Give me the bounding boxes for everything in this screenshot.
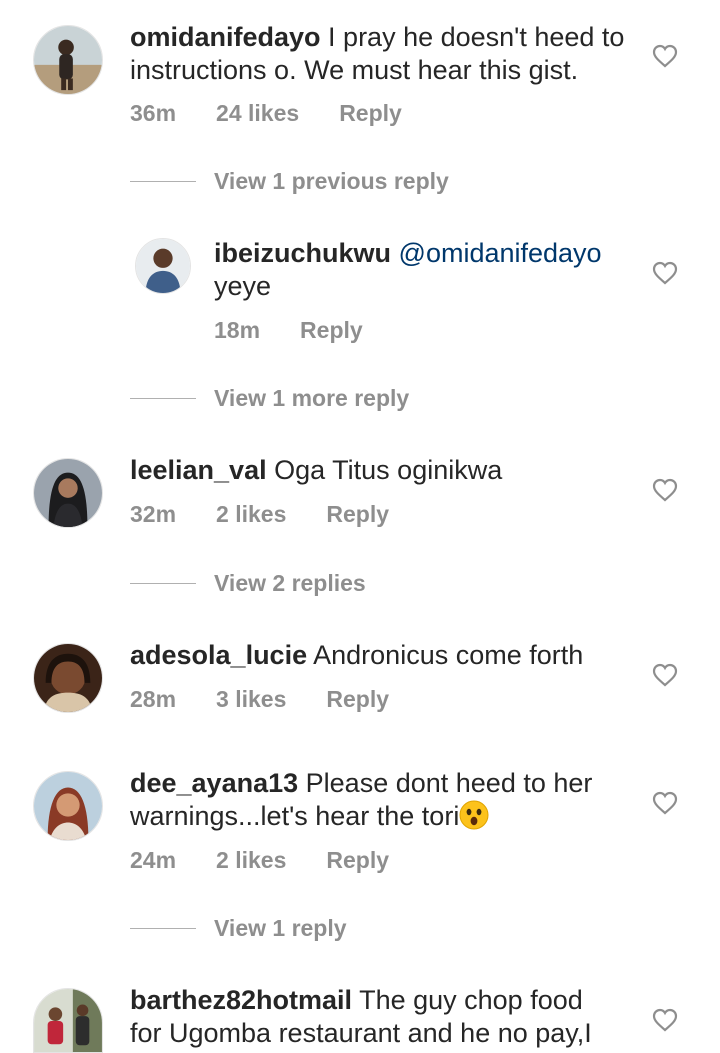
heart-icon[interactable] [652,1008,678,1032]
divider-line [130,583,196,584]
avatar[interactable] [33,771,103,841]
comment-username[interactable]: ibeizuchukwu [214,238,391,268]
heart-icon[interactable] [652,663,678,687]
reply-button[interactable]: Reply [326,847,389,874]
heart-icon[interactable] [652,44,678,68]
comment-likes[interactable]: 2 likes [216,501,286,528]
comment-text: ibeizuchukwu @omidanifedayo yeye [214,237,634,303]
view-replies-row[interactable]: View 1 more reply [130,385,409,412]
comment-body: The guy chop food [359,985,583,1015]
reply-button[interactable]: Reply [339,100,402,127]
comment-body: Oga Titus oginikwa [274,455,503,485]
comment-username[interactable]: omidanifedayo [130,22,321,52]
comment-likes[interactable]: 24 likes [216,100,299,127]
view-replies-link[interactable]: View 2 replies [214,570,366,597]
view-replies-row[interactable]: View 1 previous reply [130,168,449,195]
comment-body: Andronicus come forth [313,640,584,670]
divider-line [130,398,196,399]
avatar[interactable] [33,988,103,1053]
comment-text: omidanifedayo I pray he doesn't heed to … [130,21,640,87]
comment-body: I pray he doesn't heed to [328,22,625,52]
comment-body-cont: warnings...let's hear the tori [130,801,460,831]
heart-icon[interactable] [652,791,678,815]
view-replies-link[interactable]: View 1 more reply [214,385,409,412]
comment-time: 32m [130,501,177,527]
view-replies-row[interactable]: View 2 replies [130,570,366,597]
comment-time: 18m [214,317,261,343]
comment-body-cont: for Ugomba restaurant and he no pay,I [130,1018,592,1048]
reply-button[interactable]: Reply [326,686,389,713]
view-replies-link[interactable]: View 1 previous reply [214,168,449,195]
reply-button[interactable]: Reply [300,317,363,344]
comment-username[interactable]: dee_ayana13 [130,768,298,798]
comment-meta: 32m 2 likes Reply [130,501,389,528]
comment-body: Please dont heed to her [305,768,593,798]
mention-link[interactable]: @omidanifedayo [399,238,602,268]
avatar[interactable] [135,238,191,294]
comment-body: yeye [214,271,272,301]
comment-username[interactable]: leelian_val [130,455,267,485]
heart-icon[interactable] [652,261,678,285]
comment-username[interactable]: adesola_lucie [130,640,307,670]
divider-line [130,181,196,182]
comment-meta: 36m 24 likes Reply [130,100,402,127]
view-replies-link[interactable]: View 1 reply [214,915,347,942]
comment-username[interactable]: barthez82hotmail [130,985,352,1015]
comment-likes[interactable]: 2 likes [216,847,286,874]
comment-body-cont: instructions o. We must hear this gist. [130,55,579,85]
comment-likes[interactable]: 3 likes [216,686,286,713]
comment-time: 24m [130,847,177,873]
avatar[interactable] [33,458,103,528]
comment-text: dee_ayana13 Please dont heed to her warn… [130,767,640,833]
reply-button[interactable]: Reply [326,501,389,528]
avatar[interactable] [33,643,103,713]
comment-meta: 24m 2 likes Reply [130,847,389,874]
view-replies-row[interactable]: View 1 reply [130,915,347,942]
comment-text: barthez82hotmail The guy chop food for U… [130,984,640,1050]
comment-time: 28m [130,686,177,712]
astonished-face-emoji [459,800,489,830]
avatar[interactable] [33,25,103,95]
comment-time: 36m [130,100,177,126]
comment-meta: 18m Reply [214,317,363,344]
comment-text: adesola_lucie Andronicus come forth [130,639,640,672]
divider-line [130,928,196,929]
heart-icon[interactable] [652,478,678,502]
comment-meta: 28m 3 likes Reply [130,686,389,713]
comment-text: leelian_val Oga Titus oginikwa [130,454,640,487]
